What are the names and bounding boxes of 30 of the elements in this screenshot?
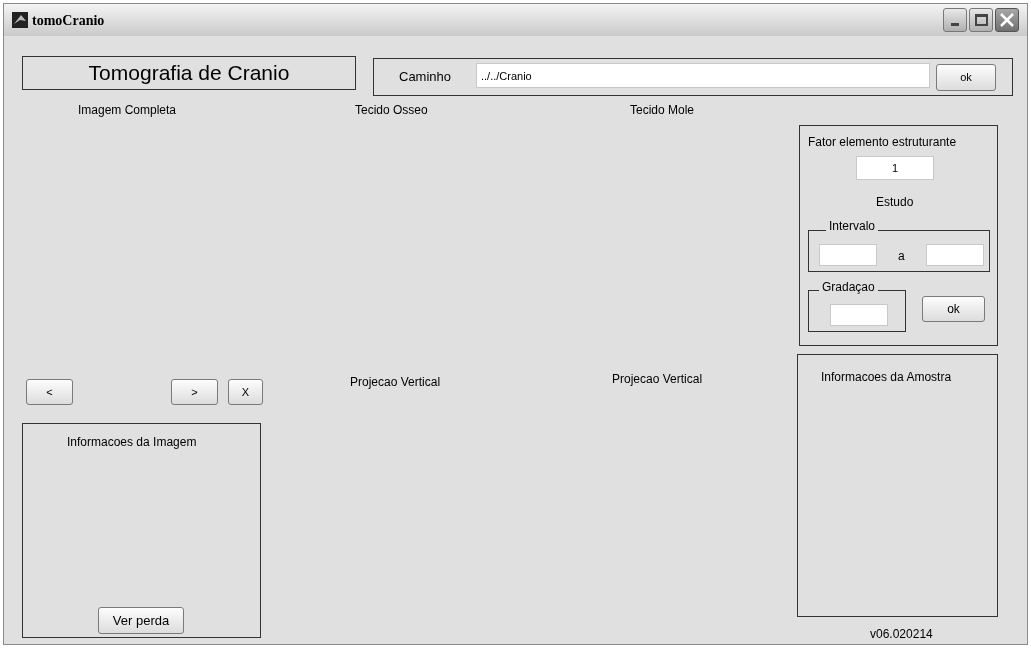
path-label: Caminho	[399, 68, 452, 86]
sample-info-title: Informacoes da Amostra	[821, 369, 952, 386]
path-field[interactable]: ../../Cranio	[476, 63, 930, 88]
interval-end-field[interactable]	[926, 244, 984, 266]
minimize-button[interactable]	[943, 8, 967, 32]
path-ok-button[interactable]: ok	[936, 64, 996, 91]
close-button[interactable]	[995, 8, 1019, 32]
projection-label: Projecao Vertical	[612, 371, 703, 388]
axes-label: Imagem Completa	[78, 102, 177, 119]
app-icon	[12, 12, 28, 28]
app-heading: Tomografia de Cranio	[88, 60, 290, 87]
version-label: v06.020214	[870, 626, 933, 643]
panel-title: Fator elemento estruturante	[808, 134, 957, 151]
image-info-title: Informacoes da Imagem	[67, 434, 197, 451]
axes-label: Tecido Mole	[630, 102, 695, 119]
projection-label: Projecao Vertical	[350, 374, 441, 391]
close-icon	[1000, 13, 1014, 27]
nav-button[interactable]: X	[228, 379, 263, 405]
nav-button[interactable]: <	[26, 379, 73, 405]
axes-label: Tecido Osseo	[355, 102, 428, 119]
gradation-field[interactable]	[830, 304, 888, 326]
maximize-button[interactable]	[969, 8, 993, 32]
view-loss-button[interactable]: Ver perda	[98, 607, 184, 634]
study-ok-button[interactable]: ok	[922, 296, 985, 322]
study-label: Estudo	[876, 194, 914, 211]
interval-start-field[interactable]	[819, 244, 877, 266]
window-title: tomoCranio	[32, 11, 105, 30]
interval-separator: a	[898, 248, 905, 265]
nav-button[interactable]: >	[171, 379, 218, 405]
factor-field[interactable]: 1	[856, 156, 934, 180]
